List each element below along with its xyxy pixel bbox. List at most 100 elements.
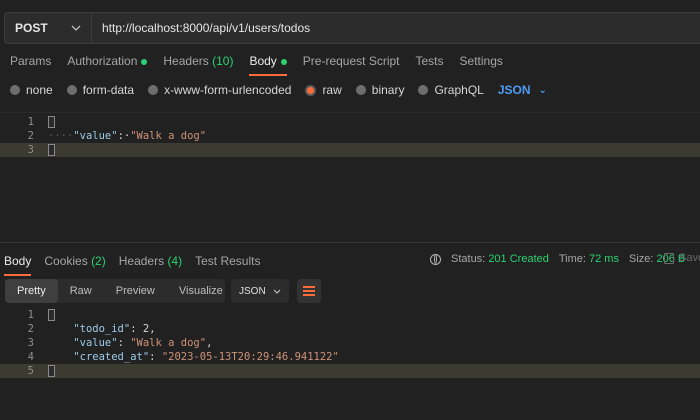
pane-divider[interactable] [0,242,700,243]
line-number: 2 [27,130,34,142]
tab-count: (10) [212,54,234,68]
tab-pre-request-script[interactable]: Pre-request Script [303,54,400,74]
response-status-bar: Status: 201 Created Time: 72 ms Size: 20… [430,253,685,265]
save-label: Save [679,252,700,264]
tab-test-results[interactable]: Test Results [195,254,260,274]
view-mode-visualize[interactable]: Visualize [167,279,235,303]
chevron-down-icon [273,289,281,294]
tab-cookies[interactable]: Cookies (2) [44,254,105,274]
radio-graphql[interactable]: GraphQL [418,83,484,97]
response-format-select[interactable]: JSON [231,279,289,303]
radio-label: binary [371,83,405,97]
tab-tests[interactable]: Tests [416,54,444,74]
save-response-button[interactable]: Save [664,252,700,264]
request-body-editor[interactable]: 1 2 ····"value":·"Walk a dog" 3 [0,112,700,243]
view-mode-label: Raw [69,285,92,297]
tab-count: (2) [91,254,106,268]
url-input[interactable]: http://localhost:8000/api/v1/users/todos [92,12,700,44]
tab-label: Test Results [195,254,261,268]
radio-label: form-data [82,83,135,97]
globe-icon[interactable] [430,253,441,265]
open-brace-icon [48,309,55,321]
tab-params[interactable]: Params [10,54,51,74]
json-key: "todo_id" [73,323,131,335]
tab-response-body[interactable]: Body [4,254,32,276]
tab-label: Authorization [67,54,138,68]
chevron-down-icon [71,25,81,31]
tab-label: Headers [118,254,165,268]
radio-binary[interactable]: binary [355,83,405,97]
editor-line: 3 "value": "Walk a dog", [0,336,700,350]
json-key: "created_at" [73,351,150,363]
radio-x-www-form-urlencoded[interactable]: x-www-form-urlencoded [148,83,291,97]
radio-label: GraphQL [434,83,484,97]
tab-label: Pre-request Script [302,54,400,68]
chevron-down-icon: ⌄ [538,84,547,96]
radio-icon [148,85,159,95]
json-key: "value" [73,337,118,349]
body-format-label: JSON [497,83,531,97]
body-type-options: none form-data x-www-form-urlencoded raw… [10,83,547,97]
save-icon [664,252,674,264]
open-brace-icon [48,116,55,128]
wrap-lines-button[interactable] [297,279,321,303]
radio-selected-icon [305,84,317,96]
line-number: 1 [27,309,34,321]
tab-headers[interactable]: Headers (10) [163,54,233,74]
close-brace-icon [48,365,55,377]
tab-response-headers[interactable]: Headers (4) [119,254,182,274]
view-mode-label: Pretty [17,285,46,297]
json-value: "2023-05-13T20:29:46.941122" [161,351,339,363]
line-number: 2 [27,323,34,335]
radio-none[interactable]: none [10,83,53,97]
editor-line: 2 "todo_id": 2, [0,322,700,336]
body-format-select[interactable]: JSON ⌄ [498,83,547,97]
request-tabs: Params Authorization Headers (10) Body P… [10,54,519,76]
radio-form-data[interactable]: form-data [66,83,135,97]
radio-label: x-www-form-urlencoded [164,83,292,97]
status-value[interactable]: 201 Created [488,253,549,265]
time-value[interactable]: 72 ms [589,253,619,265]
radio-raw[interactable]: raw [305,83,342,97]
radio-label: none [26,83,53,97]
json-value: "Walk a dog" [130,130,207,142]
line-number: 4 [27,351,34,363]
radio-icon [10,85,20,95]
editor-line: 2 ····"value":·"Walk a dog" [0,129,700,143]
tab-label: Settings [459,54,503,68]
view-mode-segmented: Pretty Raw Preview Visualize [5,279,225,303]
view-mode-preview[interactable]: Preview [104,279,167,303]
json-key: "value" [73,130,118,142]
response-body-viewer[interactable]: 1 2 "todo_id": 2, 3 "value": "Walk a dog… [0,308,700,420]
tab-label: Body [249,54,277,68]
response-format-label: JSON [239,285,266,297]
request-bar: POST http://localhost:8000/api/v1/users/… [4,12,700,44]
view-mode-raw[interactable]: Raw [58,279,104,303]
radio-icon [355,85,366,95]
method-select[interactable]: POST [4,12,92,44]
method-label: POST [15,21,48,35]
view-mode-pretty[interactable]: Pretty [5,279,58,303]
api-client-window: POST http://localhost:8000/api/v1/users/… [0,0,700,420]
json-value: "Walk a dog" [130,337,207,349]
editor-line-active: 5 [0,364,700,378]
line-number: 5 [27,365,34,377]
size-label: Size: [628,253,654,265]
tab-label: Tests [415,54,444,68]
radio-icon [418,85,429,95]
tab-label: Cookies [44,254,88,268]
editor-line-active: 3 [0,143,700,157]
status-dot-icon [280,58,287,65]
radio-icon [66,85,77,95]
tab-body[interactable]: Body [249,54,288,76]
tab-authorization[interactable]: Authorization [67,54,148,74]
wrap-lines-icon [303,286,315,296]
status-label: Status: [451,253,486,265]
radio-label: raw [322,83,342,97]
tab-settings[interactable]: Settings [460,54,503,74]
tab-label: Body [4,254,32,268]
tab-label: Params [10,54,52,68]
line-number: 3 [27,144,34,156]
editor-line: 4 "created_at": "2023-05-13T20:29:46.941… [0,350,700,364]
tab-label: Headers [163,54,209,68]
